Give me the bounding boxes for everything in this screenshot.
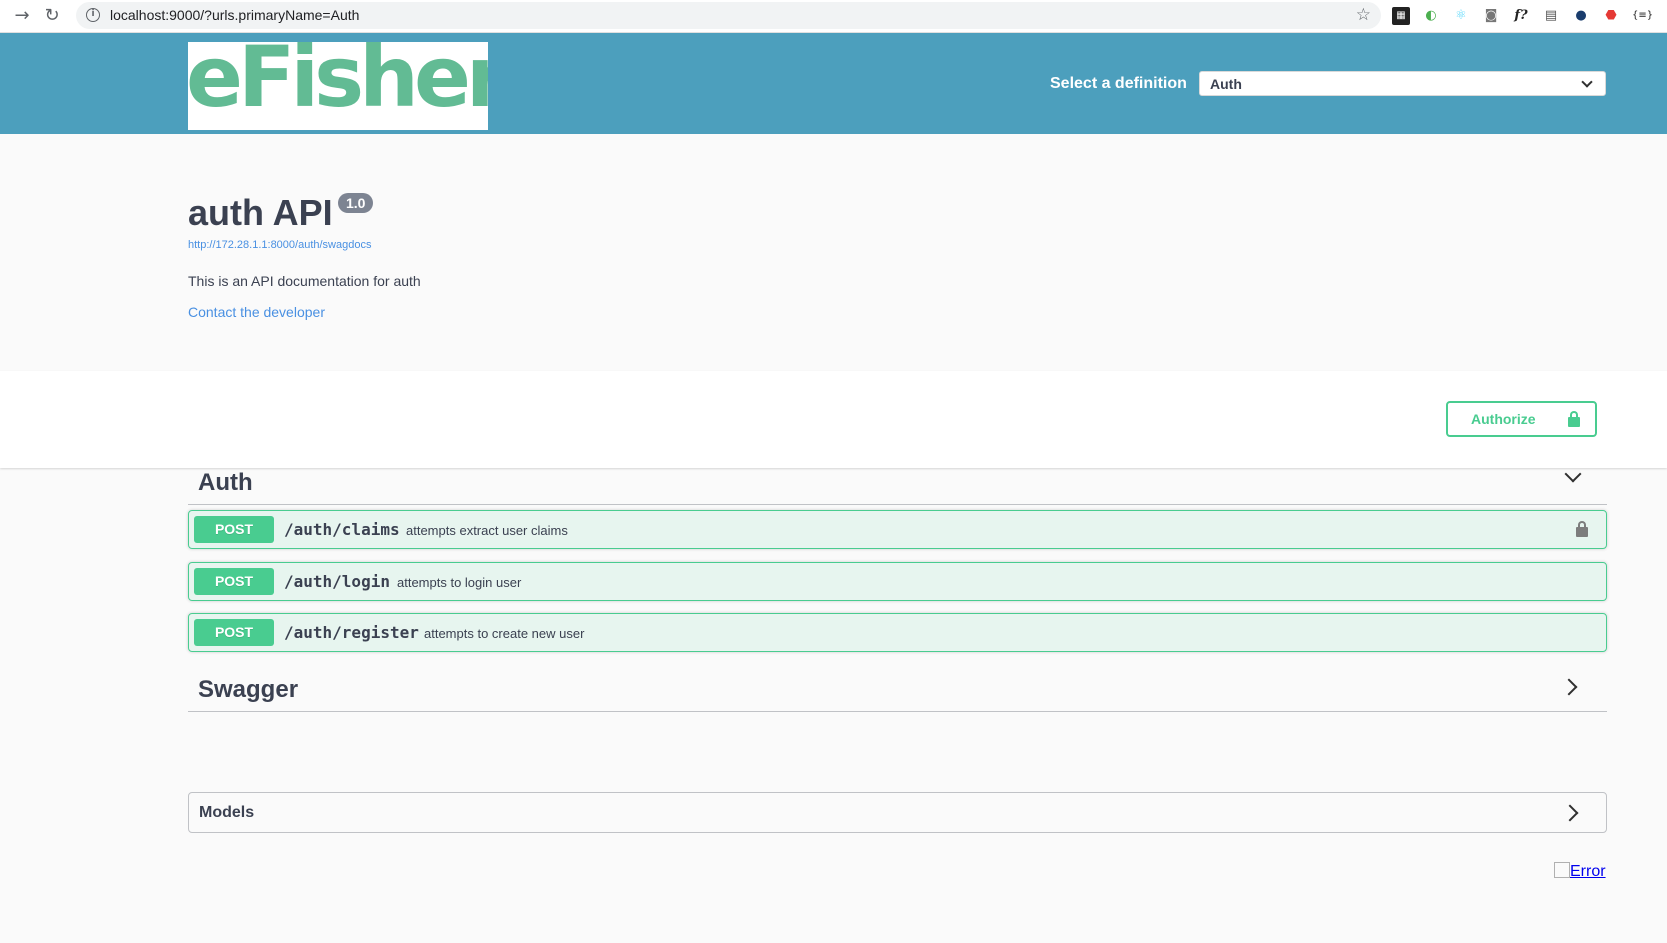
- operation-path: /auth/claims: [284, 520, 400, 539]
- forward-icon[interactable]: →: [10, 4, 34, 28]
- broken-image-icon: [1554, 862, 1570, 878]
- browser-toolbar: → ↻ i localhost:9000/?urls.primaryName=A…: [0, 0, 1667, 33]
- address-bar[interactable]: i localhost:9000/?urls.primaryName=Auth …: [76, 2, 1381, 29]
- operation-auth-claims[interactable]: POST /auth/claims attempts extract user …: [188, 510, 1607, 549]
- definition-select[interactable]: Auth: [1199, 71, 1606, 96]
- camera-icon[interactable]: ◙: [1482, 7, 1500, 25]
- json-icon[interactable]: {≡}: [1632, 7, 1653, 25]
- definition-selected-value: Auth: [1210, 76, 1242, 92]
- bookmark-star-icon[interactable]: ☆: [1356, 5, 1371, 25]
- api-title: auth API: [188, 192, 333, 233]
- definition-label: Select a definition: [1050, 75, 1187, 92]
- validator-badge-link[interactable]: Error: [1554, 862, 1606, 881]
- lock-icon: [1568, 411, 1580, 427]
- extension-icon-2[interactable]: ◐: [1422, 7, 1440, 25]
- api-description: This is an API documentation for auth: [188, 273, 421, 289]
- tag-name: Swagger: [198, 676, 299, 703]
- tag-header-auth[interactable]: Auth: [188, 455, 1607, 505]
- models-label: Models: [199, 804, 255, 821]
- tag-header-swagger[interactable]: Swagger: [188, 662, 1607, 712]
- chevron-right-icon: [1561, 804, 1579, 822]
- spec-url-link[interactable]: http://172.28.1.1:8000/auth/swagdocs: [188, 239, 371, 251]
- contact-developer-link[interactable]: Contact the developer: [188, 304, 325, 320]
- operation-summary: attempts to login user: [397, 575, 522, 590]
- method-badge: POST: [194, 568, 274, 595]
- operation-summary: attempts extract user claims: [406, 523, 568, 538]
- topbar: eFishery Select a definition Auth: [0, 33, 1667, 134]
- models-section[interactable]: Models: [188, 792, 1607, 833]
- ublock-icon[interactable]: ⬣: [1602, 7, 1620, 25]
- chevron-right-icon: [1560, 678, 1578, 696]
- info-icon[interactable]: i: [86, 8, 100, 22]
- method-badge: POST: [194, 619, 274, 646]
- chevron-down-icon: [1581, 76, 1593, 88]
- operation-summary: attempts to create new user: [424, 626, 585, 641]
- method-badge: POST: [194, 516, 274, 543]
- authorize-button[interactable]: Authorize: [1446, 401, 1597, 437]
- operation-auth-login[interactable]: POST /auth/login attempts to login user: [188, 562, 1607, 601]
- operation-auth-register[interactable]: POST /auth/register attempts to create n…: [188, 613, 1607, 652]
- document-icon[interactable]: ▤: [1542, 7, 1560, 25]
- function-icon[interactable]: f?: [1512, 7, 1530, 25]
- url-text[interactable]: localhost:9000/?urls.primaryName=Auth: [110, 7, 359, 23]
- react-devtools-icon[interactable]: ⚛: [1452, 7, 1470, 25]
- operation-path: /auth/register: [284, 623, 419, 642]
- reload-icon[interactable]: ↻: [40, 4, 64, 28]
- operation-path: /auth/login: [284, 572, 390, 591]
- version-badge: 1.0: [338, 193, 374, 213]
- authorize-label: Authorize: [1471, 411, 1536, 427]
- efishery-logo[interactable]: eFishery: [188, 42, 488, 130]
- scheme-container: Authorize: [0, 371, 1667, 468]
- tag-name: Auth: [198, 469, 253, 496]
- lock-icon[interactable]: [1576, 521, 1588, 537]
- extension-icon-7[interactable]: ●: [1572, 7, 1590, 25]
- chevron-down-icon: [1564, 465, 1582, 483]
- error-alt-text: Error: [1570, 863, 1606, 880]
- extension-icon-1[interactable]: ▦: [1392, 7, 1410, 25]
